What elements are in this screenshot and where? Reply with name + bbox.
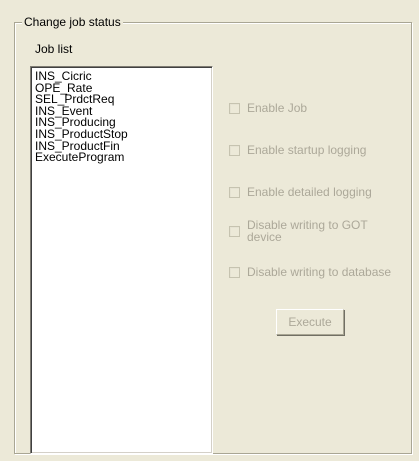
enable-detailed-logging-option[interactable]: Enable detailed logging xyxy=(229,186,372,198)
enable-job-checkbox[interactable] xyxy=(229,103,240,114)
disable-writing-got-label: Disable writing to GOT device xyxy=(247,218,368,244)
disable-writing-got-checkbox[interactable] xyxy=(229,226,240,237)
enable-startup-logging-checkbox[interactable] xyxy=(229,145,240,156)
enable-detailed-logging-checkbox[interactable] xyxy=(229,187,240,198)
enable-job-label: Enable Job xyxy=(247,101,308,115)
job-listbox[interactable]: INS_Cicric OPE_Rate SEL_PrdctReq INS_Eve… xyxy=(30,66,213,454)
change-job-status-panel: Change job status Job list INS_Cicric OP… xyxy=(0,0,419,461)
execute-button[interactable]: Execute xyxy=(276,309,344,335)
job-list-label: Job list xyxy=(35,42,73,56)
disable-writing-db-label: Disable writing to database xyxy=(247,265,392,279)
enable-startup-logging-option[interactable]: Enable startup logging xyxy=(229,144,366,156)
disable-writing-db-checkbox[interactable] xyxy=(229,267,240,278)
disable-writing-db-option[interactable]: Disable writing to database xyxy=(229,266,391,278)
enable-detailed-logging-label: Enable detailed logging xyxy=(247,185,372,199)
list-item[interactable]: ExecuteProgram xyxy=(35,151,212,164)
enable-job-option[interactable]: Enable Job xyxy=(229,102,307,114)
groupbox-title: Change job status xyxy=(22,15,123,29)
disable-writing-got-option[interactable]: Disable writing to GOT device xyxy=(229,219,387,243)
enable-startup-logging-label: Enable startup logging xyxy=(247,143,367,157)
